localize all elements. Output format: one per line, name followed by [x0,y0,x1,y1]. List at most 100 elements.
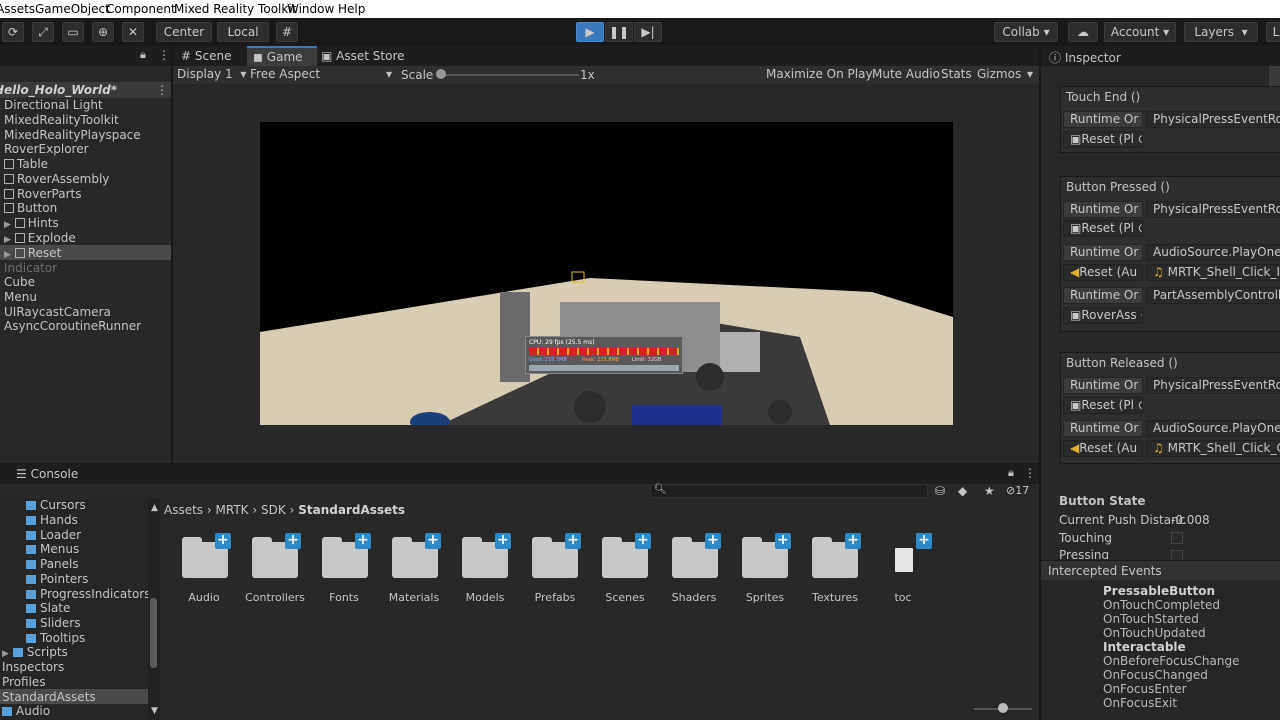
custom-tool-icon[interactable]: ✕ [122,22,144,42]
aspect-dropdown[interactable]: Free Aspect ▾ [250,67,392,81]
scroll-up-icon[interactable]: ▲ [151,503,158,513]
tab-inspector[interactable]: ⓘ Inspector [1049,49,1121,66]
folder-label[interactable]: Controllers [240,591,310,604]
menu-window[interactable]: Window [287,2,334,16]
tree-item[interactable]: Audio [2,704,50,718]
tab-asset-store[interactable]: ▣ Asset Store [321,49,405,63]
layers-dropdown[interactable]: Layers ▾ [1184,22,1258,42]
account-dropdown[interactable]: Account ▾ [1104,22,1176,42]
tree-scrollbar-thumb[interactable] [150,598,157,668]
tree-item-selected[interactable]: StandardAssets [2,690,96,704]
tab-scene[interactable]: # Scene [181,49,231,63]
object-field[interactable]: ▣RoverAss ⊙ [1063,307,1143,324]
folder-label[interactable]: Textures [800,591,870,604]
function-field[interactable]: AudioSource.PlayOneSh [1146,420,1280,437]
tree-item[interactable]: Hands [26,513,78,527]
function-field[interactable]: PartAssemblyController. [1146,287,1280,304]
scale-slider[interactable] [439,74,579,76]
scale-tool-icon[interactable]: ⤢ [32,22,54,42]
runtime-dropdown[interactable]: Runtime Or ▾ [1063,377,1143,394]
add-icon[interactable]: + [425,533,441,549]
folder-label[interactable]: Sprites [730,591,800,604]
collab-dropdown[interactable]: Collab ▾ [994,22,1058,42]
add-icon[interactable]: + [916,533,932,549]
runtime-dropdown[interactable]: Runtime Or ▾ [1063,201,1143,218]
runtime-dropdown[interactable]: Runtime Or ▾ [1063,420,1143,437]
touching-checkbox[interactable] [1171,532,1183,544]
runtime-dropdown[interactable]: Runtime Or ▾ [1063,244,1143,261]
tree-scrollbar[interactable] [148,498,160,720]
layout-dropdown[interactable]: L [1266,22,1280,42]
tree-item[interactable]: Profiles [2,675,46,689]
function-field[interactable]: AudioSource.PlayOneSh [1146,244,1280,261]
game-viewport[interactable]: CPU: 29 fps (25.5 ms) Used: 218.7MB Peak… [260,122,953,425]
tree-item[interactable]: Loader [26,528,81,542]
hierarchy-item-hints[interactable]: ▶ Hints [4,216,59,230]
folder-label[interactable]: Audio [169,591,239,604]
add-icon[interactable]: + [705,533,721,549]
menu-mixed-reality-toolkit[interactable]: Mixed Reality Toolkit [174,2,296,16]
folder-label[interactable]: Materials [379,591,449,604]
tree-item[interactable]: Pointers [26,572,88,586]
breadcrumb-assets[interactable]: Assets [164,503,203,517]
gizmos-dropdown[interactable]: Gizmos [977,67,1021,81]
tree-item[interactable]: ProgressIndicators [26,587,151,601]
folder-label[interactable]: Fonts [309,591,379,604]
scene-header[interactable]: Hello_Holo_World* ⋮ [0,82,171,98]
hierarchy-item[interactable]: MixedRealityPlayspace [4,128,141,142]
object-field[interactable]: ▣Reset (Pl ⊙ [1063,131,1143,148]
hierarchy-item-indicator[interactable]: Indicator [4,261,57,275]
tab-game[interactable]: ◼ Game [247,46,317,66]
hierarchy-item[interactable]: AsyncCoroutineRunner [4,319,141,333]
expand-arrow-icon[interactable]: ▶ [4,235,11,245]
gizmos-arrow-icon[interactable]: ▾ [1027,67,1033,81]
object-field[interactable]: ▣Reset (Pl ⊙ [1063,397,1143,414]
hierarchy-item-roverparts[interactable]: RoverParts [4,187,82,201]
add-icon[interactable]: + [495,533,511,549]
scroll-down-icon[interactable]: ▼ [151,706,158,716]
mute-audio-toggle[interactable]: Mute Audio [872,67,940,81]
rotate-tool-icon[interactable]: ⟳ [2,22,24,42]
zoom-slider-handle[interactable] [998,703,1008,713]
object-field[interactable]: ◀Reset (Au ⊙ [1063,264,1143,281]
hierarchy-item[interactable]: RoverExplorer [4,142,89,156]
menu-assets[interactable]: Assets [0,2,35,16]
favorite-star-icon[interactable]: ★ [984,484,995,498]
more-icon[interactable]: ⋮ [158,48,170,62]
add-icon[interactable]: + [215,533,231,549]
runtime-dropdown[interactable]: Runtime Or ▾ [1063,287,1143,304]
scene-menu-icon[interactable]: ⋮ [156,83,168,97]
step-button[interactable]: ▶| [634,22,662,42]
menu-help[interactable]: Help [338,2,365,16]
hierarchy-item-roverassembly[interactable]: RoverAssembly [4,172,109,186]
pivot-local-button[interactable]: Local [217,22,269,42]
tab-console[interactable]: ☰ Console [16,467,78,481]
tree-item[interactable]: Menus [26,542,79,556]
menu-gameobject[interactable]: GameObject [35,2,110,16]
expand-arrow-icon[interactable]: ▶ [4,250,11,260]
function-field[interactable]: PhysicalPressEventRout [1146,201,1280,218]
pivot-center-button[interactable]: Center [156,22,212,42]
audio-clip-field[interactable]: ♫ MRTK_Shell_Click_Out [1146,440,1280,457]
audio-clip-field[interactable]: ♫ MRTK_Shell_Click_In [1146,264,1280,281]
label-icon[interactable]: ◆ [958,484,967,498]
function-field[interactable]: PhysicalPressEventRout [1146,377,1280,394]
hierarchy-item[interactable]: MixedRealityToolkit [4,113,119,127]
tree-item[interactable]: Tooltips [26,631,85,645]
tree-item[interactable]: Cursors [26,498,86,512]
tree-item[interactable]: Sliders [26,616,80,630]
inspector-scrollbar[interactable] [1269,66,1280,86]
hidden-count[interactable]: ⊘17 [1006,484,1029,497]
tree-item[interactable]: ▶ Scripts [2,645,68,659]
breadcrumb-sdk[interactable]: SDK [261,503,286,517]
object-field[interactable]: ◀Reset (Au ⊙ [1063,440,1143,457]
project-search-input[interactable]: 🔍︎ [650,484,928,498]
rect-tool-icon[interactable]: ▭ [62,22,84,42]
folder-label[interactable]: Shaders [659,591,729,604]
folder-label[interactable]: Models [450,591,520,604]
add-icon[interactable]: + [565,533,581,549]
create-icon[interactable]: ⛁ [935,484,945,498]
play-button[interactable]: ▶ [576,22,604,42]
hierarchy-item-table[interactable]: Table [4,157,48,171]
expand-arrow-icon[interactable]: ▶ [2,649,9,659]
